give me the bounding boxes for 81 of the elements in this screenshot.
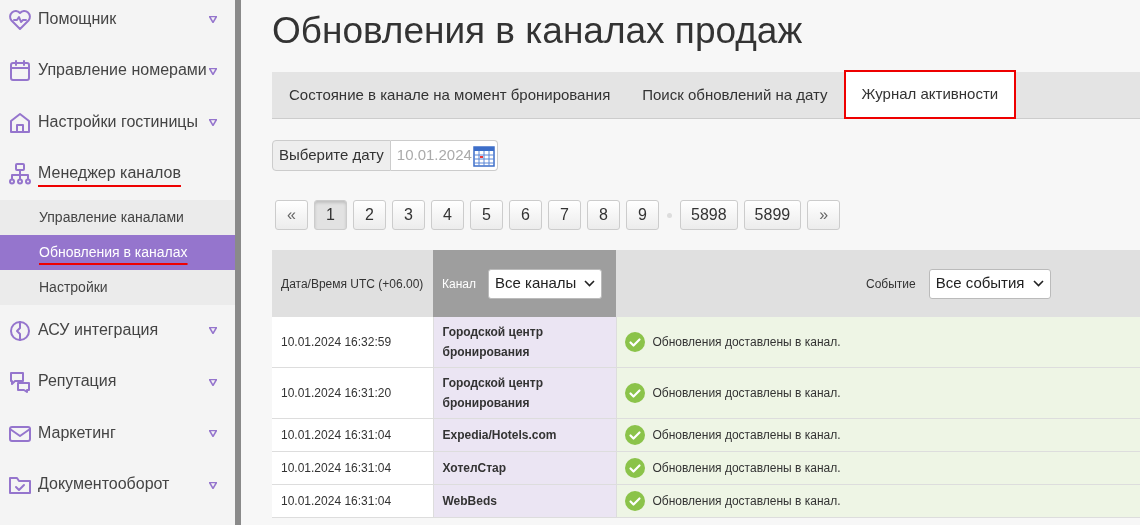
check-circle-icon: [624, 332, 645, 352]
table-cell: ХотелСтар: [433, 451, 616, 485]
page-button[interactable]: »: [807, 200, 841, 230]
page-button[interactable]: «: [275, 200, 308, 230]
page-button[interactable]: 4: [431, 200, 464, 230]
page-button[interactable]: 5899: [743, 200, 802, 230]
table-cell: 10.01.2024 16:31:20: [272, 367, 433, 419]
filter-dropdown[interactable]: Все каналы: [487, 268, 603, 299]
page-button[interactable]: 9: [626, 200, 659, 230]
sidebar-item-label: Помощник: [38, 8, 117, 29]
caret-icon: [209, 481, 217, 489]
sidebar-item[interactable]: Репутация: [0, 356, 235, 408]
sidebar-item-label: Маркетинг: [38, 422, 116, 443]
sidebar-item[interactable]: Менеджер каналов: [0, 148, 235, 200]
integration-icon: [8, 318, 32, 343]
page-button[interactable]: 3: [392, 200, 425, 230]
calendar-icon: [8, 59, 32, 84]
tab[interactable]: Состояние в канале на момент бронирования: [273, 72, 627, 118]
column-header-label: Канал: [442, 275, 476, 293]
home-icon: [8, 110, 32, 135]
page-button[interactable]: 7: [548, 200, 581, 230]
page-button[interactable]: 1: [314, 200, 347, 230]
check-circle-icon: [624, 383, 645, 403]
page-title: Обновления в каналах продаж: [272, 9, 804, 53]
sidebar-item[interactable]: АСУ интеграция: [0, 305, 235, 357]
tab[interactable]: Поиск обновлений на дату: [626, 72, 844, 118]
caret-icon: [209, 327, 217, 335]
tab[interactable]: Журнал активности: [843, 70, 1017, 119]
chevron-down-icon: [1032, 280, 1044, 287]
check-circle-icon: [624, 458, 645, 478]
chevron-down-icon: [584, 280, 596, 287]
check-circle-icon: [624, 425, 645, 445]
caret-icon: [209, 16, 217, 24]
table-cell: WebBeds: [433, 484, 616, 518]
page-button[interactable]: 8: [587, 200, 620, 230]
hierarchy-icon: [8, 162, 32, 187]
table-cell: 10.01.2024 16:31:04: [272, 418, 433, 452]
sidebar-item[interactable]: Настройки гостиницы: [0, 97, 235, 149]
chat-bubbles-icon: [8, 370, 32, 395]
table-cell: 10.01.2024 16:31:04: [272, 484, 433, 518]
sidebar-item-label: Репутация: [38, 371, 117, 392]
caret-icon: [209, 430, 217, 438]
submenu-item-label: Обновления в каналах: [39, 243, 188, 262]
table-cell: 10.01.2024 16:31:04: [272, 451, 433, 485]
event-text: Обновления доставлены в канал.: [652, 385, 841, 402]
caret-icon: [209, 119, 217, 127]
event-text: Обновления доставлены в канал.: [652, 493, 841, 510]
sidebar-item-label: Документооборот: [38, 474, 170, 495]
column-header-label: Событие: [866, 275, 916, 293]
event-text: Обновления доставлены в канал.: [652, 334, 841, 351]
check-circle-icon: [624, 491, 645, 511]
caret-icon: [209, 67, 217, 75]
event-text: Обновления доставлены в канал.: [652, 427, 841, 444]
page-button[interactable]: 5: [470, 200, 503, 230]
calendar-icon[interactable]: [472, 144, 495, 167]
table-cell: Городской центр бронирования: [433, 317, 616, 368]
column-header: Дата/Время UTC (+06.00): [272, 250, 433, 317]
sidebar-item[interactable]: Помощник: [0, 0, 235, 46]
sidebar-item[interactable]: Документооборот: [0, 459, 235, 511]
sidebar-item-label: АСУ интеграция: [38, 319, 159, 340]
heart-pulse-icon: [8, 7, 32, 32]
submenu-item-label: Настройки: [39, 278, 108, 297]
page-button[interactable]: 2: [353, 200, 386, 230]
page-button[interactable]: 5898: [680, 200, 738, 230]
sidebar-item[interactable]: Управление номерами: [0, 45, 235, 97]
sidebar-item-label: Настройки гостиницы: [38, 111, 198, 132]
submenu-item[interactable]: Обновления в каналах: [0, 235, 235, 270]
submenu-item[interactable]: Управление каналами: [0, 200, 235, 235]
sidebar-item-label: Менеджер каналов: [38, 163, 181, 184]
sidebar-item-label: Управление номерами: [38, 60, 207, 81]
filter-dropdown[interactable]: Все события: [928, 268, 1051, 299]
table-cell: Городской центр бронирования: [433, 367, 616, 419]
date-label: Выберите дату: [272, 140, 391, 171]
page-button[interactable]: 6: [509, 200, 542, 230]
submenu-item[interactable]: Настройки: [0, 270, 235, 305]
sidebar-item[interactable]: Маркетинг: [0, 408, 235, 460]
submenu-item-label: Управление каналами: [39, 208, 184, 227]
event-text: Обновления доставлены в канал.: [652, 460, 841, 477]
caret-icon: [209, 378, 217, 386]
table-cell: Expedia/Hotels.com: [433, 418, 616, 452]
table-cell: 10.01.2024 16:32:59: [272, 317, 433, 368]
